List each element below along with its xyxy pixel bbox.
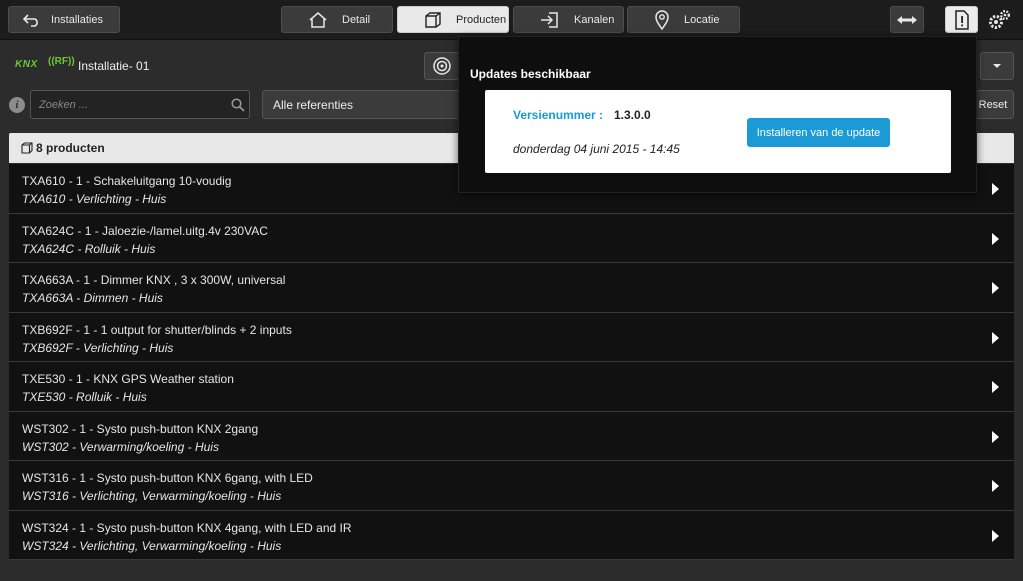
update-card: Versienummer : 1.3.0.0 donderdag 04 juni… bbox=[485, 90, 951, 173]
product-subtitle: TXA624C - Rolluik - Huis bbox=[22, 241, 156, 256]
updates-button[interactable] bbox=[945, 6, 978, 33]
list-item[interactable]: TXB692F - 1 - 1 output for shutter/blind… bbox=[9, 312, 1014, 362]
cube-icon bbox=[21, 142, 33, 154]
map-pin-icon bbox=[655, 9, 669, 30]
update-date: donderdag 04 juni 2015 - 14:45 bbox=[513, 142, 680, 156]
product-title: TXA624C - 1 - Jaloezie-/lamel.uitg.4v 23… bbox=[22, 223, 268, 238]
product-subtitle: WST316 - Verlichting, Verwarming/koeling… bbox=[22, 489, 282, 503]
product-subtitle: WST324 - Verlichting, Verwarming/koeling… bbox=[22, 538, 282, 553]
updates-popup: Updates beschikbaar Versienummer : 1.3.0… bbox=[458, 36, 977, 193]
top-bar: Installaties Detail Producten Kanalen Lo… bbox=[0, 0, 1023, 40]
arrows-icon bbox=[897, 15, 917, 24]
install-update-button[interactable]: Installeren van de update bbox=[747, 118, 890, 147]
chevron-right-icon bbox=[992, 480, 999, 492]
list-item[interactable]: TXA624C - 1 - Jaloezie-/lamel.uitg.4v 23… bbox=[9, 213, 1014, 263]
reference-select[interactable]: Alle referenties bbox=[262, 90, 462, 119]
tab-producten[interactable]: Producten bbox=[397, 6, 509, 33]
cube-icon bbox=[425, 11, 441, 28]
product-title: WST302 - 1 - Systo push-button KNX 2gang bbox=[22, 421, 259, 436]
list-item[interactable]: TXA663A - 1 - Dimmer KNX , 3 x 300W, uni… bbox=[9, 263, 1014, 313]
product-title: TXB692F - 1 - 1 output for shutter/blind… bbox=[22, 322, 292, 337]
tab-producten-label: Producten bbox=[456, 13, 507, 26]
back-to-installaties-button[interactable]: Installaties bbox=[8, 6, 120, 33]
chevron-right-icon bbox=[992, 232, 999, 245]
options-dropdown-button[interactable] bbox=[980, 52, 1014, 80]
popup-title: Updates beschikbaar bbox=[470, 67, 591, 81]
spiral-icon bbox=[433, 57, 451, 75]
product-subtitle: WST302 - Verwarming/koeling - Huis bbox=[22, 439, 219, 454]
reset-button[interactable]: Reset bbox=[972, 90, 1014, 119]
chevron-right-icon bbox=[992, 381, 999, 393]
product-count: 8 producten bbox=[36, 141, 105, 155]
settings-button[interactable] bbox=[984, 6, 1014, 33]
caret-down-icon bbox=[993, 64, 1001, 68]
chevron-right-icon bbox=[992, 331, 999, 344]
list-item[interactable]: TXE530 - 1 - KNX GPS Weather station TXE… bbox=[9, 362, 1014, 412]
product-title: TXA663A - 1 - Dimmer KNX , 3 x 300W, uni… bbox=[22, 273, 286, 287]
tab-kanalen[interactable]: Kanalen bbox=[513, 6, 624, 33]
product-subtitle: TXE530 - Rolluik - Huis bbox=[22, 390, 147, 404]
sync-arrows-button[interactable] bbox=[890, 6, 924, 33]
view-toggle-button[interactable] bbox=[424, 52, 460, 80]
tab-locatie-label: Locatie bbox=[684, 13, 720, 26]
info-icon[interactable]: i bbox=[9, 97, 25, 113]
tab-detail[interactable]: Detail bbox=[281, 6, 393, 33]
back-arrow-icon bbox=[23, 13, 38, 27]
version-value: 1.3.0.0 bbox=[614, 108, 651, 122]
product-title: WST316 - 1 - Systo push-button KNX 6gang… bbox=[22, 471, 313, 485]
chevron-right-icon bbox=[992, 282, 999, 294]
product-subtitle: TXA663A - Dimmen - Huis bbox=[22, 291, 163, 305]
installation-name: Installatie- 01 bbox=[78, 59, 150, 73]
product-subtitle: TXA610 - Verlichting - Huis bbox=[22, 192, 167, 206]
search-field[interactable] bbox=[30, 90, 250, 119]
search-input[interactable] bbox=[39, 97, 229, 113]
product-title: TXA610 - 1 - Schakeluitgang 10-voudig bbox=[22, 174, 232, 188]
tab-locatie[interactable]: Locatie bbox=[627, 6, 740, 33]
chevron-right-icon bbox=[992, 529, 999, 542]
product-title: TXE530 - 1 - KNX GPS Weather station bbox=[22, 372, 234, 386]
search-icon[interactable] bbox=[231, 98, 245, 112]
list-item[interactable]: WST302 - 1 - Systo push-button KNX 2gang… bbox=[9, 411, 1014, 461]
home-icon bbox=[309, 12, 327, 28]
list-item[interactable]: WST316 - 1 - Systo push-button KNX 6gang… bbox=[9, 461, 1014, 511]
gears-icon bbox=[989, 9, 1010, 29]
back-button-label: Installaties bbox=[51, 13, 103, 26]
rf-logo: ((RF)) bbox=[48, 56, 75, 67]
tab-kanalen-label: Kanalen bbox=[574, 13, 615, 26]
product-list: TXA610 - 1 - Schakeluitgang 10-voudig TX… bbox=[9, 164, 1014, 560]
list-item[interactable]: WST324 - 1 - Systo push-button KNX 4gang… bbox=[9, 510, 1014, 560]
version-label: Versienummer : bbox=[513, 108, 604, 122]
knx-logo: KNX bbox=[15, 59, 38, 70]
chevron-right-icon bbox=[992, 430, 999, 443]
sign-in-icon bbox=[541, 11, 558, 28]
product-subtitle: TXB692F - Verlichting - Huis bbox=[22, 340, 174, 355]
tab-detail-label: Detail bbox=[342, 13, 371, 26]
product-title: WST324 - 1 - Systo push-button KNX 4gang… bbox=[22, 520, 352, 535]
chevron-right-icon bbox=[992, 183, 999, 195]
alert-document-icon bbox=[954, 9, 969, 30]
